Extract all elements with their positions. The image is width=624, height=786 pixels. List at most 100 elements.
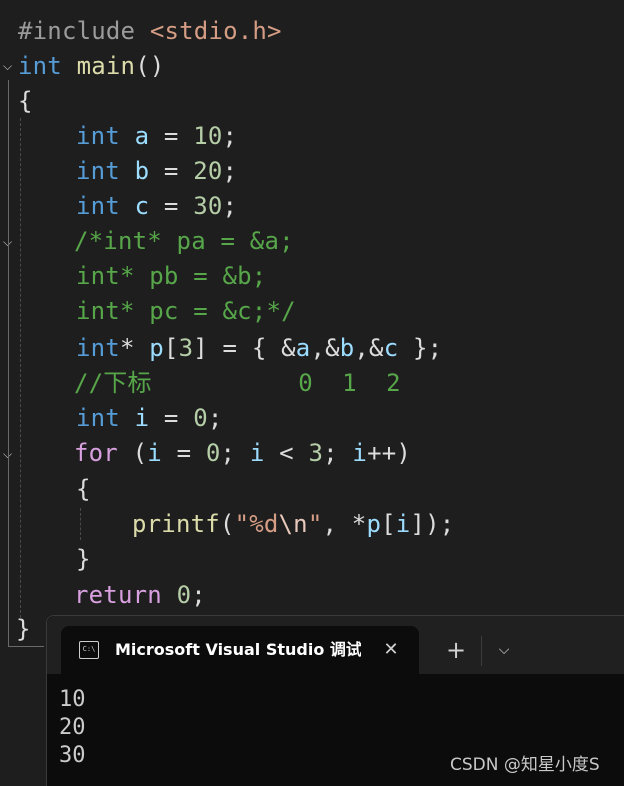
- number-literal: 3: [178, 334, 194, 362]
- new-tab-plus-icon[interactable]: +: [441, 635, 471, 665]
- control-keyword: for: [74, 439, 118, 467]
- operator: =: [161, 439, 206, 467]
- close-tab-icon[interactable]: ✕: [379, 638, 403, 662]
- punctuation: ;: [222, 157, 238, 185]
- code-line-main: int main(): [18, 49, 165, 83]
- punctuation: };: [398, 334, 443, 362]
- keyword: int: [18, 52, 62, 80]
- variable: p: [149, 334, 164, 362]
- code-line-for: for (i = 0; i < 3; i++): [74, 436, 411, 470]
- operator: =: [149, 122, 194, 150]
- tab-separator: [481, 636, 482, 666]
- punctuation: {: [76, 475, 91, 503]
- function-name: main: [76, 52, 136, 80]
- keyword: int: [76, 122, 120, 150]
- variable: a: [134, 122, 150, 150]
- variable: i: [352, 439, 368, 467]
- number-literal: 0: [205, 439, 221, 467]
- punctuation: (: [219, 510, 235, 538]
- operator: *: [119, 334, 150, 362]
- code-line-decl-a: int a = 10;: [76, 119, 237, 153]
- variable: i: [395, 510, 411, 538]
- number-literal: 0: [193, 404, 208, 432]
- number-literal: 0: [176, 581, 192, 609]
- code-line-printf: printf("%d\n", *p[i]);: [132, 507, 454, 541]
- punctuation: ;: [220, 439, 250, 467]
- operator: <: [264, 439, 309, 467]
- punctuation: ;: [222, 192, 238, 220]
- code-line-decl-b: int b = 20;: [76, 154, 237, 188]
- terminal-tab-bar: C:\ Microsoft Visual Studio 调试控制台 ✕ + ⌵: [47, 616, 624, 674]
- fold-chevron-icon[interactable]: ⌵: [3, 448, 15, 460]
- variable: c: [134, 192, 150, 220]
- variable: b: [339, 334, 355, 362]
- punctuation: ,&: [354, 334, 384, 362]
- code-line-comment: int* pc = &c;*/: [76, 297, 296, 325]
- variable: b: [134, 157, 150, 185]
- chevron-down-icon[interactable]: ⌵: [489, 635, 519, 665]
- punctuation: ;: [323, 439, 353, 467]
- code-line-decl-c: int c = 30;: [76, 189, 237, 223]
- variable: i: [147, 439, 162, 467]
- fold-region-line: [8, 80, 9, 646]
- preprocessor-directive: #include: [18, 17, 136, 45]
- terminal-tab[interactable]: C:\ Microsoft Visual Studio 调试控制台 ✕: [61, 626, 419, 674]
- indent-guide: [80, 508, 81, 540]
- punctuation: ]);: [410, 510, 455, 538]
- punctuation: {: [18, 87, 33, 115]
- tab-title: Microsoft Visual Studio 调试控制台: [115, 640, 361, 659]
- punctuation: ;: [222, 122, 238, 150]
- keyword: int: [76, 157, 120, 185]
- console-icon: C:\: [79, 641, 99, 659]
- code-line-brace: }: [16, 612, 31, 646]
- operator: ++): [367, 439, 412, 467]
- string-quote: ": [234, 510, 250, 538]
- indent-guide: [20, 118, 21, 618]
- keyword: int: [76, 404, 120, 432]
- punctuation: [: [381, 510, 396, 538]
- code-line-brace: {: [18, 84, 33, 118]
- string-quote: ": [307, 510, 323, 538]
- punctuation: }: [76, 545, 91, 573]
- punctuation: (): [135, 52, 165, 80]
- variable: a: [295, 334, 311, 362]
- number-literal: 10: [193, 122, 223, 150]
- number-literal: 3: [308, 439, 324, 467]
- escape-sequence: \n: [278, 510, 308, 538]
- number-literal: 30: [193, 192, 223, 220]
- code-line-comment: /*int* pa = &a;: [74, 227, 294, 255]
- fold-chevron-icon[interactable]: ⌵: [3, 236, 15, 248]
- punctuation: , *: [322, 510, 367, 538]
- variable: i: [249, 439, 265, 467]
- variable: i: [134, 404, 150, 432]
- format-specifier: %d: [249, 510, 279, 538]
- function-name: printf: [132, 510, 220, 538]
- code-line-decl-i: int i = 0;: [76, 401, 223, 435]
- operator: =: [149, 157, 194, 185]
- punctuation: (: [117, 439, 148, 467]
- code-line-comment: int* pb = &b;: [76, 262, 267, 290]
- watermark: CSDN @知星小度S: [450, 755, 600, 775]
- punctuation: ,&: [310, 334, 340, 362]
- code-line-brace: }: [76, 542, 91, 576]
- fold-chevron-icon[interactable]: ⌵: [3, 60, 15, 72]
- code-line-include: #include <stdio.h>: [18, 14, 282, 48]
- output-line: 20: [59, 715, 86, 740]
- code-line-comment: //下标 0 1 2: [74, 369, 401, 397]
- punctuation: [: [163, 334, 179, 362]
- code-line-brace: {: [76, 472, 91, 506]
- punctuation: ;: [207, 404, 223, 432]
- punctuation: ] = { &: [193, 334, 296, 362]
- operator: =: [149, 192, 194, 220]
- keyword: int: [76, 192, 120, 220]
- header-name: <stdio.h>: [149, 17, 282, 45]
- operator: =: [149, 404, 194, 432]
- variable: c: [383, 334, 399, 362]
- punctuation: }: [16, 615, 31, 643]
- code-line-pointer-array: int* p[3] = { &a,&b,&c };: [76, 331, 442, 365]
- output-line: 10: [59, 687, 86, 712]
- variable: p: [366, 510, 382, 538]
- code-line-return: return 0;: [74, 578, 206, 612]
- fold-region-end: [8, 646, 44, 647]
